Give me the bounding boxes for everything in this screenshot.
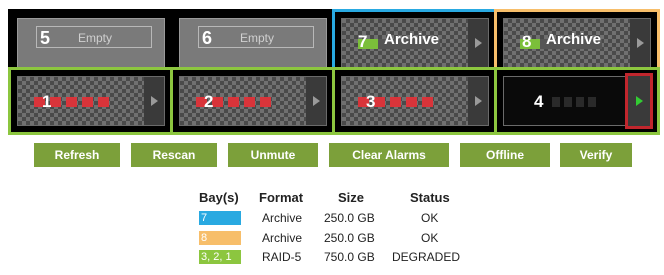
play-arrow-icon: [474, 96, 482, 106]
bay-6-face: 6 Empty: [179, 18, 327, 68]
status-cell: OK: [421, 211, 439, 225]
bay-4-insert-button[interactable]: [625, 73, 653, 129]
header-bays: Bay(s): [199, 190, 239, 205]
rescan-button[interactable]: Rescan: [131, 143, 217, 167]
bay-number: 5: [40, 28, 51, 48]
play-arrow-icon: [312, 96, 320, 106]
bay-number: 2: [204, 92, 214, 111]
empty-label: Empty: [240, 31, 275, 45]
bay-color-cell: 7: [199, 211, 241, 225]
header-size: Size: [338, 190, 365, 205]
raid-segment-bar: [520, 97, 596, 107]
bay-number: 3: [366, 92, 376, 111]
bay-1-eject-button[interactable]: [144, 77, 164, 125]
bay-7-eject-button[interactable]: [468, 19, 488, 67]
play-arrow-icon: [635, 96, 643, 106]
refresh-button[interactable]: Refresh: [34, 143, 120, 167]
bay-number: 8: [522, 32, 532, 51]
format-cell: Archive: [262, 231, 303, 245]
bay-number: 7: [358, 32, 368, 51]
status-cell: OK: [421, 231, 439, 245]
bay-3[interactable]: 3: [332, 67, 498, 135]
offline-button[interactable]: Offline: [460, 143, 550, 167]
bay-color-cell: 8: [199, 231, 241, 245]
bay-5-face: 5 Empty: [17, 18, 165, 68]
bay-3-eject-button[interactable]: [468, 77, 488, 125]
clear-alarms-button[interactable]: Clear Alarms: [329, 143, 449, 167]
size-cell: 250.0 GB: [324, 211, 375, 225]
bay-2[interactable]: 2: [170, 67, 336, 135]
play-arrow-icon: [150, 96, 158, 106]
bay-3-face: 3: [341, 76, 489, 126]
bay-8-eject-button[interactable]: [630, 19, 650, 67]
bay-4[interactable]: 4: [494, 67, 660, 135]
bay-4-face: 4: [503, 73, 653, 129]
bay-7-face: 7 Archive: [341, 18, 489, 68]
format-cell: RAID-5: [262, 250, 302, 264]
size-cell: 750.0 GB: [324, 250, 375, 264]
bay-number: 6: [202, 28, 213, 48]
bay-number: 1: [42, 92, 52, 111]
empty-label: Empty: [78, 31, 113, 45]
bay-1[interactable]: 1: [8, 67, 174, 135]
bay-number: 4: [534, 92, 544, 111]
format-cell: Archive: [262, 211, 303, 225]
bay-format-label: Archive: [384, 31, 440, 48]
header-status: Status: [410, 190, 450, 205]
unmute-button[interactable]: Unmute: [228, 143, 318, 167]
bay-2-eject-button[interactable]: [306, 77, 326, 125]
bay-format-label: Archive: [546, 31, 602, 48]
size-cell: 250.0 GB: [324, 231, 375, 245]
bay-1-face: 1: [17, 76, 165, 126]
status-cell: DEGRADED: [392, 250, 461, 264]
verify-button[interactable]: Verify: [560, 143, 632, 167]
bay-8-face: 8 Archive: [503, 18, 651, 68]
play-arrow-icon: [636, 38, 644, 48]
bay-2-face: 2: [179, 76, 327, 126]
header-format: Format: [259, 190, 304, 205]
play-arrow-icon: [474, 38, 482, 48]
bay-color-cell: 3, 2, 1: [199, 250, 241, 264]
